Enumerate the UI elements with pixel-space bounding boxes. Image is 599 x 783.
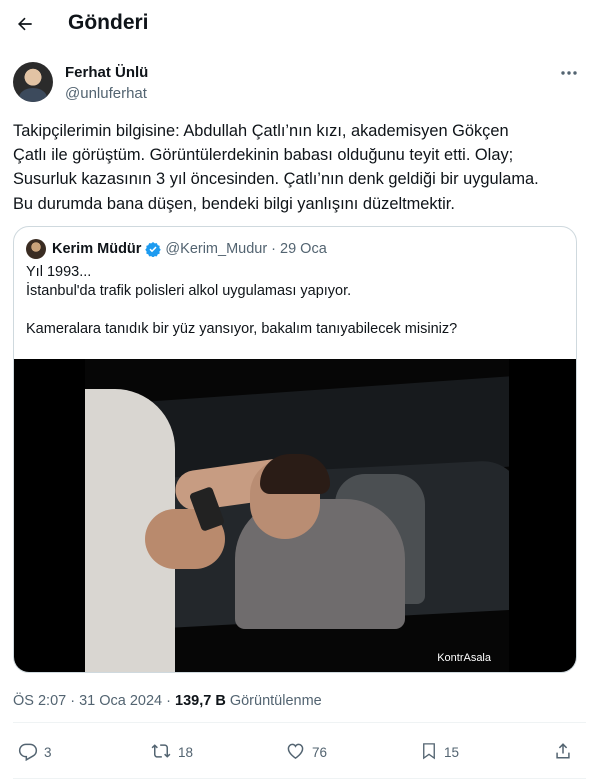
post-timestamp[interactable]: ÖS 2:07 · 31 Oca 2024 · — [13, 693, 175, 709]
quote-author-name: Kerim Müdür — [52, 241, 142, 257]
action-bar: 3 18 76 15 — [0, 735, 599, 771]
author-avatar[interactable] — [13, 62, 53, 102]
tweet-line: Susurluk kazasının 3 yıl öncesinden. Çat… — [13, 170, 539, 189]
quote-header: Kerim Müdür @Kerim_Mudur · 29 Oca — [26, 239, 327, 259]
heart-icon — [285, 741, 312, 764]
quote-line: Yıl 1993... — [26, 264, 92, 280]
retweet-button[interactable]: 18 — [150, 735, 193, 769]
divider — [13, 722, 586, 723]
page-title: Gönderi — [68, 11, 149, 34]
quote-avatar — [26, 239, 46, 259]
bookmark-button[interactable]: 15 — [420, 735, 459, 769]
retweet-count: 18 — [178, 744, 194, 760]
views-count: 139,7 B — [175, 693, 226, 709]
share-button[interactable] — [553, 735, 579, 769]
post-meta: ÖS 2:07 · 31 Oca 2024 · 139,7 B Görüntül… — [13, 693, 322, 709]
share-icon — [553, 741, 579, 764]
back-arrow-icon[interactable] — [12, 11, 38, 37]
like-button[interactable]: 76 — [285, 735, 327, 769]
quoted-tweet[interactable]: Kerim Müdür @Kerim_Mudur · 29 Oca Yıl 19… — [13, 226, 577, 673]
reply-button[interactable]: 3 — [18, 735, 52, 769]
separator-dot: · — [271, 241, 277, 257]
author-handle[interactable]: @unluferhat — [65, 85, 147, 102]
tweet-line: Takipçilerimin bilgisine: Abdullah Çatlı… — [13, 122, 509, 140]
reply-icon — [18, 741, 44, 764]
author-name[interactable]: Ferhat Ünlü — [65, 64, 148, 81]
video-watermark: KontrAsala — [437, 652, 491, 664]
quote-text: Yıl 1993... İstanbul'da trafik polisleri… — [26, 263, 566, 339]
more-options-icon[interactable] — [557, 64, 581, 82]
tweet-line: Bu durumda bana düşen, bendeki bilgi yan… — [13, 194, 455, 213]
quote-author-handle: @Kerim_Mudur — [165, 241, 268, 257]
reply-count: 3 — [44, 744, 52, 760]
verified-badge-icon — [145, 241, 162, 257]
like-count: 76 — [312, 744, 328, 760]
video-thumbnail[interactable]: KontrAsala — [14, 359, 576, 672]
tweet-line: Çatlı ile görüştüm. Görüntülerdekinin ba… — [13, 146, 514, 165]
quote-date: 29 Oca — [280, 241, 327, 257]
views-label: Görüntülenme — [225, 693, 322, 709]
quote-line: Kameralara tanıdık bir yüz yansıyor, bak… — [26, 321, 458, 337]
quote-line: İstanbul'da trafik polisleri alkol uygul… — [26, 283, 352, 299]
video-frame — [85, 359, 509, 672]
tweet-text: Takipçilerimin bilgisine: Abdullah Çatlı… — [13, 119, 583, 216]
top-bar: Gönderi — [0, 0, 599, 50]
retweet-icon — [150, 741, 178, 764]
bookmark-count: 15 — [444, 744, 460, 760]
divider — [13, 778, 586, 779]
bookmark-icon — [420, 741, 444, 764]
